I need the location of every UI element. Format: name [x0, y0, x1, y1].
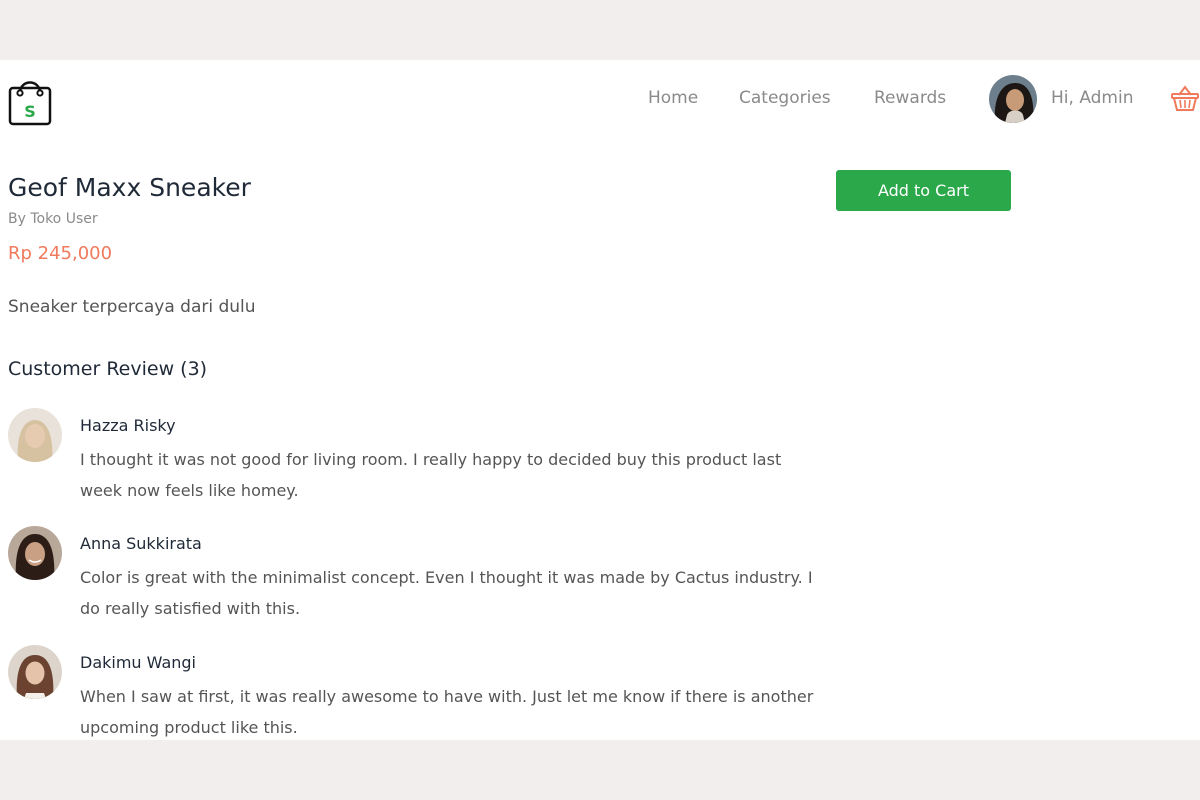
nav-home[interactable]: Home — [648, 88, 698, 108]
reviewer-avatar — [8, 645, 62, 699]
reviewer-name: Anna Sukkirata — [80, 534, 202, 553]
shopping-bag-logo-icon[interactable]: S — [8, 71, 52, 127]
review-text: I thought it was not good for living roo… — [80, 450, 782, 500]
basket-icon[interactable] — [1170, 84, 1200, 112]
reviewer-name: Hazza Risky — [80, 416, 176, 435]
product-description: Sneaker terpercaya dari dulu — [8, 297, 256, 317]
add-to-cart-button[interactable]: Add to Cart — [836, 170, 1011, 211]
review-text: Color is great with the minimalist conce… — [80, 568, 813, 618]
customer-review-heading: Customer Review (3) — [8, 358, 208, 380]
admin-avatar[interactable] — [989, 75, 1037, 123]
nav-categories[interactable]: Categories — [739, 88, 831, 108]
reviewer-avatar — [8, 408, 62, 462]
logo-letter: S — [24, 102, 36, 121]
reviewer-avatar — [8, 526, 62, 580]
admin-greeting[interactable]: Hi, Admin — [1051, 88, 1134, 108]
nav-rewards[interactable]: Rewards — [874, 88, 946, 108]
product-price: Rp 245,000 — [8, 243, 113, 264]
page-viewport: S Home Categories Rewards Hi, Admin Geof… — [0, 60, 1200, 740]
review-text: When I saw at first, it was really aweso… — [80, 687, 814, 737]
product-seller: By Toko User — [8, 211, 98, 227]
reviewer-name: Dakimu Wangi — [80, 653, 196, 672]
product-title: Geof Maxx Sneaker — [8, 173, 251, 202]
